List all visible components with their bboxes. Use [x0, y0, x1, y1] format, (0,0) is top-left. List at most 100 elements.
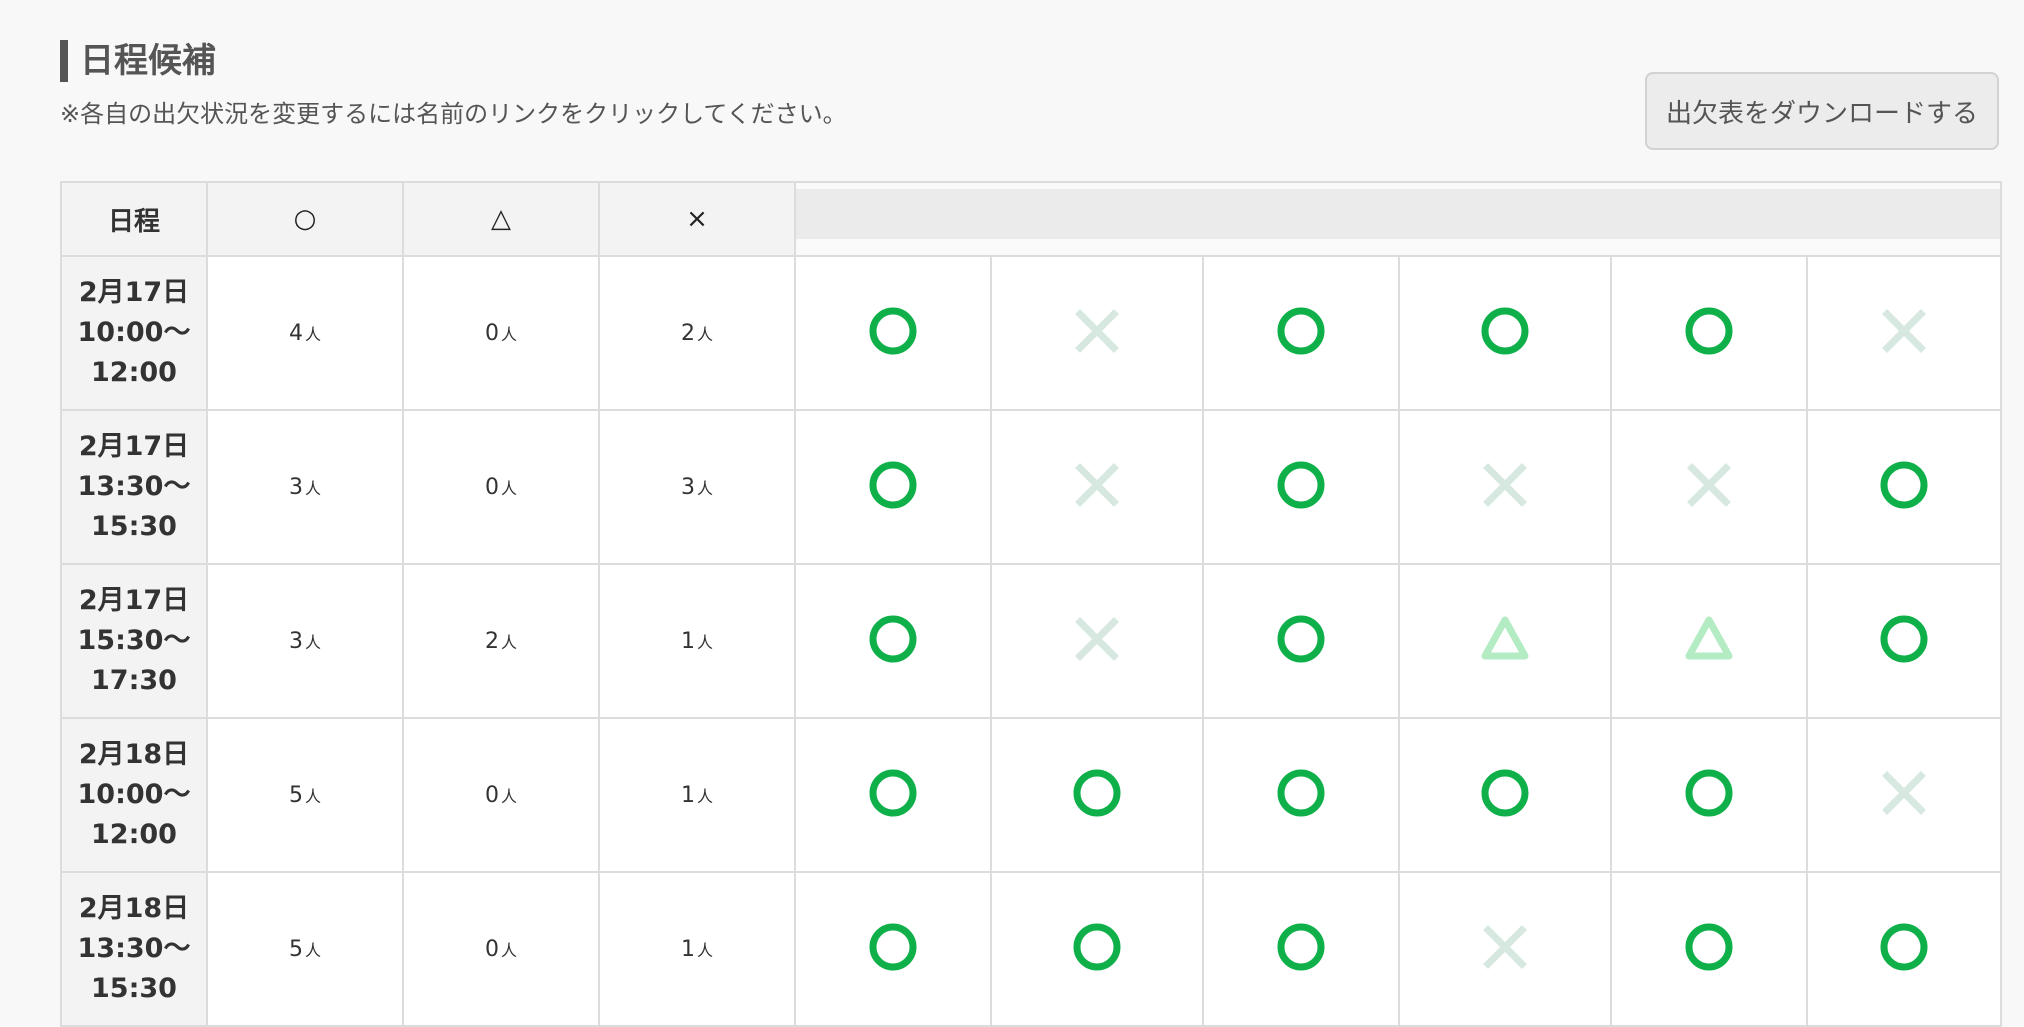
- table-row: 2月18日 13:30〜 15:30 5 人 0 人 1 人: [60, 871, 2003, 1027]
- triangle-maybe-icon: [1684, 614, 1734, 668]
- attendance-cell: [990, 409, 1204, 565]
- header-yes-count: ○: [206, 181, 404, 257]
- circle-yes-icon: [868, 614, 918, 668]
- count-unit: 人: [696, 786, 713, 806]
- maybe-count-cell: 0人: [402, 255, 600, 411]
- circle-yes-icon: [1480, 768, 1530, 822]
- circle-yes-icon: [868, 768, 918, 822]
- count-unit: 人: [500, 786, 517, 806]
- date-line: 15:30: [91, 973, 177, 1004]
- circle-yes-icon: [868, 460, 918, 514]
- maybe-count-cell: 2人: [402, 563, 600, 719]
- attendance-cell: [1805, 563, 2003, 719]
- count-unit: 人: [500, 478, 517, 498]
- yes-count-value: 3: [288, 474, 303, 500]
- maybe-count-value: 0: [484, 320, 499, 346]
- circle-yes-icon: [1684, 922, 1734, 976]
- attendance-cell: [794, 717, 992, 873]
- yes-count-cell: 5人: [206, 717, 404, 873]
- no-count-value: 1: [680, 936, 695, 962]
- count-unit: 人: [304, 940, 321, 960]
- instruction-note: ※各自の出欠状況を変更するには名前のリンクをクリックしてください。: [60, 100, 847, 128]
- date-line: 15:30〜: [77, 625, 191, 656]
- attendance-cell: [1805, 871, 2003, 1027]
- attendance-cell: [794, 871, 992, 1027]
- cross-no-icon: [1072, 306, 1122, 360]
- attendance-cell: [990, 871, 1204, 1027]
- yes-count-value: 4: [288, 320, 303, 346]
- attendance-cell: [1398, 717, 1612, 873]
- count-unit: 人: [500, 940, 517, 960]
- attendance-cell: [1805, 717, 2003, 873]
- attendance-cell: [1610, 255, 1808, 411]
- date-line: 2月18日: [78, 893, 190, 924]
- yes-count-cell: 3人: [206, 563, 404, 719]
- date-cell: 2月18日 13:30〜 15:30: [60, 871, 208, 1027]
- count-unit: 人: [696, 940, 713, 960]
- date-line: 10:00〜: [77, 317, 191, 348]
- no-count-value: 3: [680, 474, 695, 500]
- circle-yes-icon: [1072, 768, 1122, 822]
- maybe-count-cell: 0人: [402, 871, 600, 1027]
- no-count-cell: 1人: [598, 871, 796, 1027]
- attendance-cell: [794, 563, 992, 719]
- maybe-count-value: 0: [484, 782, 499, 808]
- count-unit: 人: [696, 632, 713, 652]
- circle-yes-icon: [1276, 306, 1326, 360]
- header-no-count: ×: [598, 181, 796, 257]
- count-unit: 人: [696, 324, 713, 344]
- date-line: 13:30〜: [77, 933, 191, 964]
- circle-yes-icon: [1276, 922, 1326, 976]
- attendance-cell: [794, 409, 992, 565]
- date-line: 2月17日: [78, 431, 190, 462]
- date-line: 15:30: [91, 511, 177, 542]
- attendance-cell: [1202, 255, 1400, 411]
- attendance-cell: [990, 563, 1204, 719]
- circle-yes-icon: [1684, 768, 1734, 822]
- maybe-count-value: 2: [484, 628, 499, 654]
- no-count-cell: 1人: [598, 563, 796, 719]
- count-unit: 人: [500, 632, 517, 652]
- section-title: 日程候補: [60, 40, 216, 82]
- circle-yes-icon: [868, 306, 918, 360]
- attendance-cell: [1610, 871, 1808, 1027]
- maybe-count-value: 0: [484, 474, 499, 500]
- circle-yes-icon: [1276, 614, 1326, 668]
- no-count-value: 1: [680, 628, 695, 654]
- attendance-cell: [1202, 871, 1400, 1027]
- attendance-cell: [1610, 409, 1808, 565]
- count-unit: 人: [304, 478, 321, 498]
- circle-yes-icon: [1879, 614, 1929, 668]
- count-unit: 人: [304, 324, 321, 344]
- yes-count-cell: 5人: [206, 871, 404, 1027]
- attendance-cell: [1805, 409, 2003, 565]
- cross-no-icon: [1879, 306, 1929, 360]
- no-count-value: 2: [680, 320, 695, 346]
- triangle-maybe-icon: [1480, 614, 1530, 668]
- date-line: 2月17日: [78, 585, 190, 616]
- table-row: 2月17日 13:30〜 15:30 3 人 0 人 3 人: [60, 409, 2003, 565]
- circle-yes-icon: [1879, 460, 1929, 514]
- circle-yes-icon: [1879, 922, 1929, 976]
- cross-no-icon: [1879, 768, 1929, 822]
- header-maybe-count: △: [402, 181, 600, 257]
- circle-yes-icon: [868, 922, 918, 976]
- date-cell: 2月17日 15:30〜 17:30: [60, 563, 208, 719]
- download-attendance-button[interactable]: 出欠表をダウンロードする: [1645, 72, 1999, 150]
- member-names-bar: [796, 189, 2001, 239]
- date-line: 10:00〜: [77, 779, 191, 810]
- yes-count-value: 5: [288, 782, 303, 808]
- yes-count-cell: 3人: [206, 409, 404, 565]
- attendance-cell: [1805, 255, 2003, 411]
- attendance-cell: [1202, 717, 1400, 873]
- maybe-count-value: 0: [484, 936, 499, 962]
- circle-yes-icon: [1684, 306, 1734, 360]
- count-unit: 人: [500, 324, 517, 344]
- member-names-header: [793, 181, 2003, 257]
- circle-yes-icon: [1072, 922, 1122, 976]
- attendance-cell: [1610, 717, 1808, 873]
- yes-count-cell: 4人: [206, 255, 404, 411]
- date-line: 2月17日: [78, 277, 190, 308]
- date-line: 12:00: [91, 357, 177, 388]
- date-cell: 2月17日 10:00〜 12:00: [60, 255, 208, 411]
